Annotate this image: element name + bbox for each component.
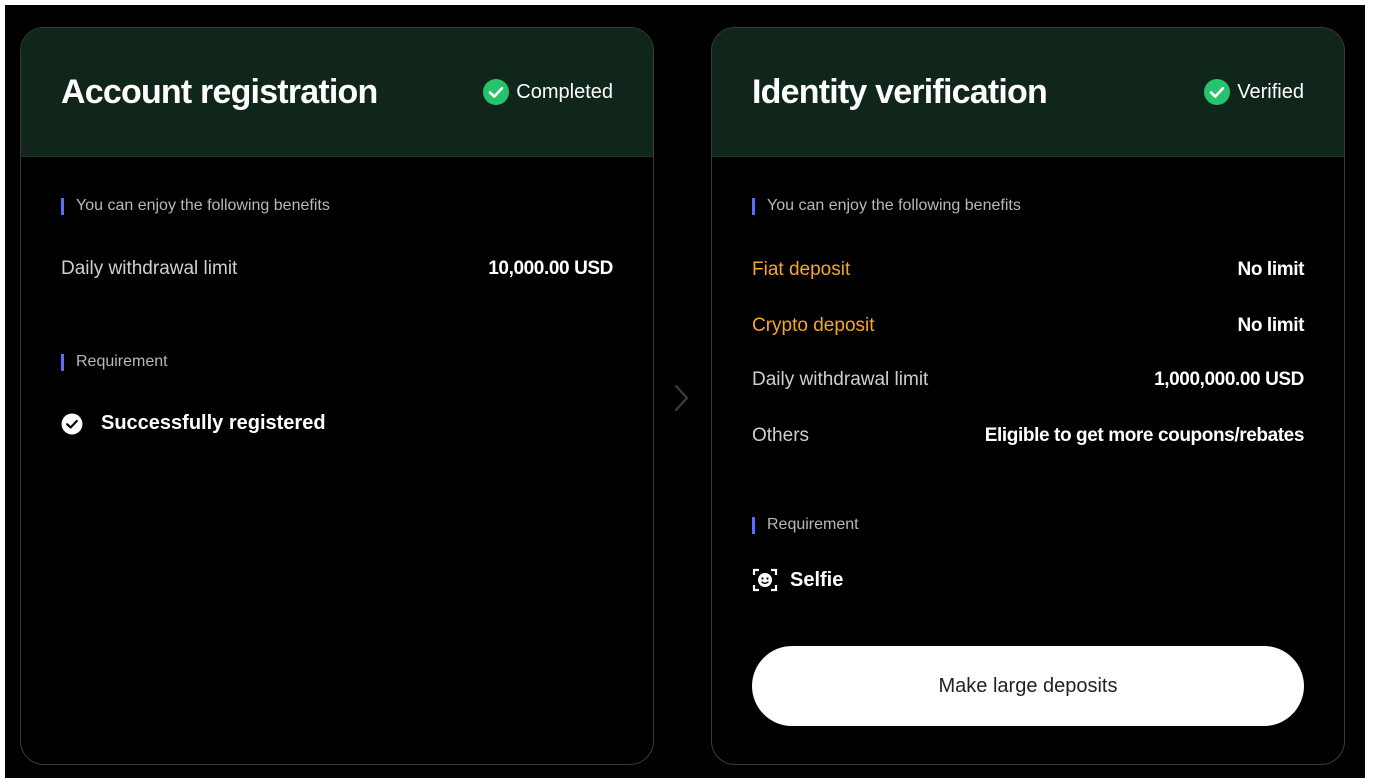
status-text: Completed	[516, 81, 613, 103]
section-accent-bar	[61, 197, 64, 215]
face-scan-icon	[752, 568, 778, 592]
requirement-item: Successfully registered	[61, 412, 326, 435]
chevron-right-icon	[674, 384, 689, 412]
section-accent-bar	[752, 197, 755, 215]
tier-cards-panel: Account registration Completed You can e…	[5, 5, 1365, 778]
benefit-row: Daily withdrawal limit 10,000.00 USD	[61, 254, 613, 284]
benefits-heading: You can enjoy the following benefits	[752, 196, 1021, 216]
benefit-value: 1,000,000.00 USD	[1154, 369, 1304, 390]
status-badge: Completed	[482, 78, 613, 106]
status-badge: Verified	[1203, 78, 1304, 106]
benefit-label: Crypto deposit	[752, 315, 875, 336]
benefits-heading-text: You can enjoy the following benefits	[76, 197, 330, 214]
account-registration-card: Account registration Completed You can e…	[20, 27, 654, 765]
benefit-label: Others	[752, 425, 810, 446]
card-header: Account registration Completed	[21, 28, 653, 157]
check-circle-icon	[1204, 79, 1231, 105]
benefit-row-crypto-deposit: Crypto deposit No limit	[752, 311, 1304, 341]
requirement-label: Selfie	[790, 568, 844, 591]
card-title: Identity verification	[752, 73, 1048, 111]
benefit-value: Eligible to get more coupons/rebates	[984, 425, 1305, 446]
check-circle-icon	[483, 79, 510, 105]
card-header: Identity verification Verified	[712, 28, 1344, 157]
status-text: Verified	[1237, 81, 1304, 103]
benefits-heading: You can enjoy the following benefits	[61, 196, 330, 216]
benefit-row-daily-withdrawal: Daily withdrawal limit 1,000,000.00 USD	[752, 365, 1304, 395]
check-circle-icon	[61, 413, 83, 434]
card-title: Account registration	[61, 73, 378, 111]
requirement-heading-text: Requirement	[76, 353, 168, 370]
requirement-heading-text: Requirement	[767, 516, 859, 533]
benefit-label: Daily withdrawal limit	[752, 369, 929, 390]
benefit-value: No limit	[1237, 259, 1305, 280]
identity-verification-card: Identity verification Verified You can e…	[711, 27, 1345, 765]
benefits-heading-text: You can enjoy the following benefits	[767, 197, 1021, 214]
requirement-label: Successfully registered	[101, 412, 326, 434]
requirement-heading: Requirement	[61, 352, 168, 372]
benefit-value: No limit	[1237, 315, 1305, 336]
requirement-item: Selfie	[752, 567, 843, 593]
requirement-heading: Requirement	[752, 515, 859, 535]
benefit-row-fiat-deposit: Fiat deposit No limit	[752, 255, 1304, 285]
section-accent-bar	[61, 353, 64, 371]
make-large-deposits-button[interactable]: Make large deposits	[752, 646, 1304, 726]
section-accent-bar	[752, 516, 755, 534]
benefit-label: Fiat deposit	[752, 259, 851, 280]
benefit-value: 10,000.00 USD	[488, 258, 613, 279]
benefit-row-others: Others Eligible to get more coupons/reba…	[752, 421, 1304, 451]
benefit-label: Daily withdrawal limit	[61, 258, 238, 279]
